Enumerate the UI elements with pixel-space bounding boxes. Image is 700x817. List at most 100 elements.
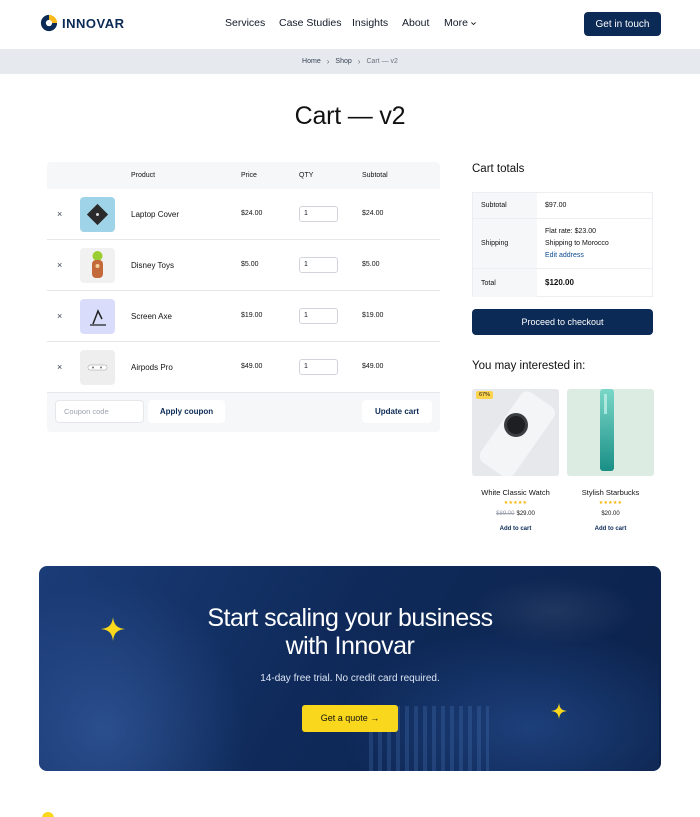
logo[interactable]: INNOVAR [40, 14, 124, 32]
quantity-input[interactable]: 1 [299, 308, 338, 324]
add-to-cart-link[interactable]: Add to cart [472, 526, 559, 532]
watch-image [472, 389, 559, 476]
shipping-rate: Flat rate: $23.00 [545, 228, 596, 235]
site-header: INNOVAR Services Case Studies Insights A… [0, 0, 700, 48]
remove-item-icon[interactable]: × [57, 260, 62, 270]
recommendations-title: You may interested in: [472, 360, 586, 372]
nav-services[interactable]: Services [225, 17, 265, 29]
logo-text: INNOVAR [62, 15, 125, 31]
banner-background-photo [39, 566, 259, 771]
product-thumbnail[interactable] [80, 248, 115, 283]
arrow-right-icon: → [370, 713, 380, 723]
page-title: Cart — v2 [294, 102, 406, 130]
product-thumbnail[interactable] [80, 197, 115, 232]
column-header-qty: QTY [299, 172, 314, 179]
product-card-title[interactable]: Stylish Starbucks [567, 488, 654, 497]
nav-about[interactable]: About [402, 17, 429, 29]
product-price: $5.00 [241, 261, 259, 268]
product-thumbnail[interactable] [80, 350, 115, 385]
screen-axe-image [90, 309, 106, 326]
column-header-subtotal: Subtotal [362, 172, 388, 179]
get-in-touch-button[interactable]: Get in touch [584, 12, 661, 36]
banner-heading: Start scaling your business with Innovar [39, 604, 661, 660]
get-a-quote-label: Get a quote [320, 713, 368, 723]
tumbler-image [600, 389, 614, 471]
discount-badge: 67% [476, 391, 494, 399]
product-subtotal: $5.00 [362, 261, 380, 268]
nav-case-studies[interactable]: Case Studies [279, 17, 341, 29]
product-subtotal: $49.00 [362, 363, 384, 370]
product-price: $49.00 [241, 363, 263, 370]
product-card-image[interactable] [567, 389, 654, 476]
breadcrumb-home[interactable]: Home [302, 58, 321, 65]
product-card-price: $20.00 [601, 511, 620, 517]
totals-row-shipping: Shipping Flat rate: $23.00 Shipping to M… [473, 219, 652, 269]
shipping-label: Shipping [473, 219, 537, 268]
product-card-title[interactable]: White Classic Watch [472, 488, 559, 497]
banner-heading-line: Start scaling your business [207, 604, 493, 632]
apply-coupon-button[interactable]: Apply coupon [148, 400, 225, 423]
disney-toy-image [92, 251, 103, 278]
add-to-cart-link[interactable]: Add to cart [567, 526, 654, 532]
cart-row: × Laptop Cover $24.00 1 $24.00 [47, 189, 440, 240]
update-cart-button[interactable]: Update cart [362, 400, 432, 423]
subtotal-label: Subtotal [473, 193, 537, 218]
laptop-cover-image [86, 203, 109, 226]
rating-stars-icon: ★★★★★ [503, 500, 528, 506]
logo-icon [40, 14, 58, 32]
breadcrumb-shop[interactable]: Shop [335, 58, 351, 65]
quantity-input[interactable]: 1 [299, 206, 338, 222]
remove-item-icon[interactable]: × [57, 311, 62, 321]
footer-logo-icon [42, 812, 54, 817]
quantity-input[interactable]: 1 [299, 359, 338, 375]
cart-row: × Disney Toys $5.00 1 $5.00 [47, 240, 440, 291]
totals-row-subtotal: Subtotal $97.00 [473, 193, 652, 219]
product-subtotal: $24.00 [362, 210, 384, 217]
product-name[interactable]: Disney Toys [131, 261, 174, 270]
breadcrumb-separator-icon: › [326, 57, 330, 66]
shipping-destination: Shipping to Morocco [545, 240, 609, 247]
product-card-price: $89.00 $29.00 [472, 511, 559, 517]
breadcrumb: Home › Shop › Cart — v2 [0, 49, 700, 74]
totals-row-total: Total $120.00 [473, 269, 652, 297]
coupon-code-input[interactable]: Coupon code [55, 400, 144, 423]
proceed-to-checkout-button[interactable]: Proceed to checkout [472, 309, 653, 335]
product-subtotal: $19.00 [362, 312, 384, 319]
product-thumbnail[interactable] [80, 299, 115, 334]
chevron-down-icon [471, 21, 476, 25]
banner-heading-line: with Innovar [285, 632, 415, 660]
cart-table-header: Product Price QTY Subtotal [47, 162, 440, 189]
edit-address-link[interactable]: Edit address [545, 252, 584, 259]
sparkle-icon [551, 703, 567, 719]
breadcrumb-current: Cart — v2 [366, 58, 398, 65]
remove-item-icon[interactable]: × [57, 362, 62, 372]
airpods-image [87, 364, 108, 371]
nav-more[interactable]: More [444, 17, 477, 29]
remove-item-icon[interactable]: × [57, 209, 62, 219]
column-header-price: Price [241, 172, 257, 179]
get-a-quote-button[interactable]: Get a quote → [302, 705, 398, 732]
product-price: $19.00 [241, 312, 263, 319]
cart-totals-table: Subtotal $97.00 Shipping Flat rate: $23.… [472, 192, 653, 297]
original-price: $89.00 [496, 511, 515, 517]
product-name[interactable]: Screen Axe [131, 312, 172, 321]
cta-banner: Start scaling your business with Innovar… [39, 566, 661, 771]
banner-subtitle: 14-day free trial. No credit card requir… [260, 673, 440, 684]
cart-totals-title: Cart totals [472, 163, 525, 175]
cart-table: Product Price QTY Subtotal × Laptop Cove… [47, 162, 440, 432]
nav-insights[interactable]: Insights [352, 17, 388, 29]
subtotal-value: $97.00 [545, 202, 567, 209]
cart-row: × Screen Axe $19.00 1 $19.00 [47, 291, 440, 342]
cart-row: × Airpods Pro $49.00 1 $49.00 [47, 342, 440, 393]
rating-stars-icon: ★★★★★ [598, 500, 623, 506]
product-name[interactable]: Laptop Cover [131, 210, 179, 219]
quantity-input[interactable]: 1 [299, 257, 338, 273]
product-name[interactable]: Airpods Pro [131, 363, 173, 372]
nav-more-label: More [444, 17, 468, 29]
product-card-image[interactable]: 67% [472, 389, 559, 476]
total-value: $120.00 [545, 278, 574, 287]
product-price: $24.00 [241, 210, 263, 217]
breadcrumb-separator-icon: › [357, 57, 361, 66]
sale-price: $29.00 [516, 511, 535, 517]
column-header-product: Product [131, 172, 156, 179]
